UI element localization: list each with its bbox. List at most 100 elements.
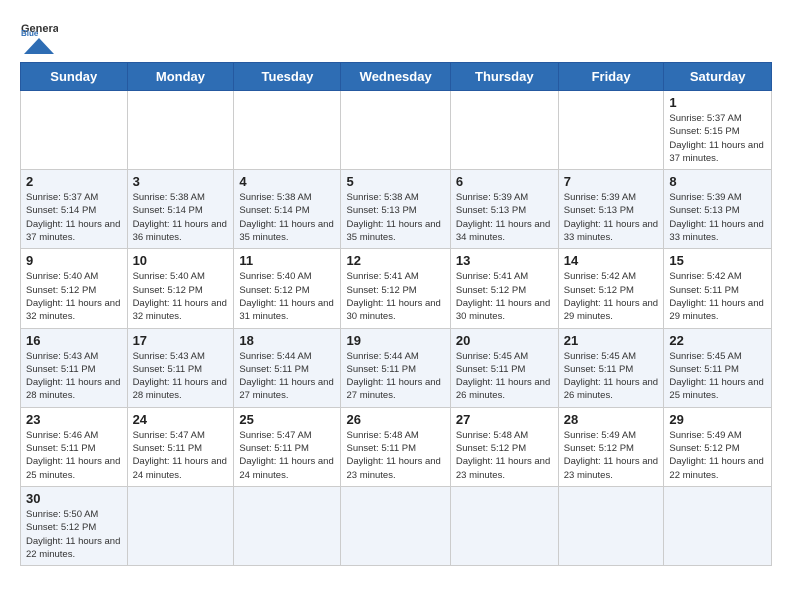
day-info: Sunrise: 5:49 AMSunset: 5:12 PMDaylight:… [564, 429, 659, 482]
day-info: Sunrise: 5:49 AMSunset: 5:12 PMDaylight:… [669, 429, 766, 482]
day-number: 4 [239, 174, 335, 189]
calendar-cell [21, 91, 128, 170]
day-info: Sunrise: 5:41 AMSunset: 5:12 PMDaylight:… [456, 270, 553, 323]
day-info: Sunrise: 5:50 AMSunset: 5:12 PMDaylight:… [26, 508, 122, 561]
calendar-cell: 21Sunrise: 5:45 AMSunset: 5:11 PMDayligh… [558, 328, 664, 407]
day-info: Sunrise: 5:43 AMSunset: 5:11 PMDaylight:… [26, 350, 122, 403]
day-number: 30 [26, 491, 122, 506]
day-info: Sunrise: 5:39 AMSunset: 5:13 PMDaylight:… [564, 191, 659, 244]
calendar-cell: 6 Sunrise: 5:39 AMSunset: 5:13 PMDaylight… [450, 170, 558, 249]
day-number: 6 [456, 174, 553, 189]
calendar-cell: 27 Sunrise: 5:48 AMSunset: 5:12 PMDayligh… [450, 407, 558, 486]
calendar-cell: 30 Sunrise: 5:50 AMSunset: 5:12 PMDayligh… [21, 486, 128, 565]
day-info: Sunrise: 5:42 AMSunset: 5:12 PMDaylight:… [564, 270, 659, 323]
day-info: Sunrise: 5:44 AMSunset: 5:11 PMDaylight:… [239, 350, 335, 403]
calendar-cell [558, 486, 664, 565]
calendar-cell [558, 91, 664, 170]
calendar-cell [234, 91, 341, 170]
week-row-2: 2 Sunrise: 5:37 AMSunset: 5:14 PMDaylight… [21, 170, 772, 249]
weekday-header-tuesday: Tuesday [234, 63, 341, 91]
day-number: 11 [239, 253, 335, 268]
day-number: 5 [346, 174, 444, 189]
day-info: Sunrise: 5:48 AMSunset: 5:12 PMDaylight:… [456, 429, 553, 482]
calendar-cell: 28Sunrise: 5:49 AMSunset: 5:12 PMDayligh… [558, 407, 664, 486]
day-info: Sunrise: 5:47 AMSunset: 5:11 PMDaylight:… [239, 429, 335, 482]
day-info: Sunrise: 5:38 AMSunset: 5:14 PMDaylight:… [239, 191, 335, 244]
day-number: 3 [133, 174, 229, 189]
weekday-header-thursday: Thursday [450, 63, 558, 91]
calendar-cell: 23Sunrise: 5:46 AMSunset: 5:11 PMDayligh… [21, 407, 128, 486]
calendar-cell: 16 Sunrise: 5:43 AMSunset: 5:11 PMDayligh… [21, 328, 128, 407]
day-number: 26 [346, 412, 444, 427]
day-number: 21 [564, 333, 659, 348]
logo-svg: General Blue [20, 16, 58, 54]
day-info: Sunrise: 5:40 AMSunset: 5:12 PMDaylight:… [26, 270, 122, 323]
calendar-cell: 29Sunrise: 5:49 AMSunset: 5:12 PMDayligh… [664, 407, 772, 486]
day-number: 1 [669, 95, 766, 110]
calendar-cell: 18 Sunrise: 5:44 AMSunset: 5:11 PMDayligh… [234, 328, 341, 407]
logo: General Blue [20, 16, 58, 54]
calendar-cell: 26 Sunrise: 5:48 AMSunset: 5:11 PMDayligh… [341, 407, 450, 486]
calendar-cell [341, 486, 450, 565]
calendar-cell: 7 Sunrise: 5:39 AMSunset: 5:13 PMDaylight… [558, 170, 664, 249]
day-info: Sunrise: 5:39 AMSunset: 5:13 PMDaylight:… [456, 191, 553, 244]
calendar-cell: 24Sunrise: 5:47 AMSunset: 5:11 PMDayligh… [127, 407, 234, 486]
day-info: Sunrise: 5:41 AMSunset: 5:12 PMDaylight:… [346, 270, 444, 323]
day-number: 15 [669, 253, 766, 268]
calendar-cell: 14 Sunrise: 5:42 AMSunset: 5:12 PMDayligh… [558, 249, 664, 328]
day-info: Sunrise: 5:46 AMSunset: 5:11 PMDaylight:… [26, 429, 122, 482]
day-number: 24 [133, 412, 229, 427]
calendar-cell [234, 486, 341, 565]
week-row-5: 23Sunrise: 5:46 AMSunset: 5:11 PMDayligh… [21, 407, 772, 486]
calendar-cell: 1 Sunrise: 5:37 AMSunset: 5:15 PMDaylight… [664, 91, 772, 170]
day-info: Sunrise: 5:40 AMSunset: 5:12 PMDaylight:… [239, 270, 335, 323]
day-number: 27 [456, 412, 553, 427]
weekday-header-row: SundayMondayTuesdayWednesdayThursdayFrid… [21, 63, 772, 91]
day-info: Sunrise: 5:48 AMSunset: 5:11 PMDaylight:… [346, 429, 444, 482]
calendar-cell: 17Sunrise: 5:43 AMSunset: 5:11 PMDayligh… [127, 328, 234, 407]
calendar-cell: 13Sunrise: 5:41 AMSunset: 5:12 PMDayligh… [450, 249, 558, 328]
day-number: 14 [564, 253, 659, 268]
calendar-cell: 9 Sunrise: 5:40 AMSunset: 5:12 PMDaylight… [21, 249, 128, 328]
calendar-cell: 20 Sunrise: 5:45 AMSunset: 5:11 PMDayligh… [450, 328, 558, 407]
day-info: Sunrise: 5:44 AMSunset: 5:11 PMDaylight:… [346, 350, 444, 403]
weekday-header-saturday: Saturday [664, 63, 772, 91]
header: General Blue [20, 16, 772, 54]
week-row-1: 1 Sunrise: 5:37 AMSunset: 5:15 PMDaylight… [21, 91, 772, 170]
day-number: 19 [346, 333, 444, 348]
day-info: Sunrise: 5:45 AMSunset: 5:11 PMDaylight:… [669, 350, 766, 403]
day-number: 18 [239, 333, 335, 348]
day-number: 8 [669, 174, 766, 189]
day-number: 7 [564, 174, 659, 189]
calendar-cell: 2 Sunrise: 5:37 AMSunset: 5:14 PMDaylight… [21, 170, 128, 249]
day-number: 25 [239, 412, 335, 427]
calendar-table: SundayMondayTuesdayWednesdayThursdayFrid… [20, 62, 772, 566]
calendar-cell [450, 486, 558, 565]
day-info: Sunrise: 5:42 AMSunset: 5:11 PMDaylight:… [669, 270, 766, 323]
day-number: 9 [26, 253, 122, 268]
calendar-cell [450, 91, 558, 170]
calendar-cell: 19 Sunrise: 5:44 AMSunset: 5:11 PMDayligh… [341, 328, 450, 407]
weekday-header-wednesday: Wednesday [341, 63, 450, 91]
week-row-4: 16 Sunrise: 5:43 AMSunset: 5:11 PMDayligh… [21, 328, 772, 407]
day-number: 20 [456, 333, 553, 348]
day-number: 22 [669, 333, 766, 348]
day-number: 16 [26, 333, 122, 348]
day-number: 12 [346, 253, 444, 268]
svg-text:Blue: Blue [21, 29, 39, 38]
day-info: Sunrise: 5:37 AMSunset: 5:14 PMDaylight:… [26, 191, 122, 244]
calendar-cell [127, 91, 234, 170]
day-info: Sunrise: 5:38 AMSunset: 5:14 PMDaylight:… [133, 191, 229, 244]
calendar-cell: 12 Sunrise: 5:41 AMSunset: 5:12 PMDayligh… [341, 249, 450, 328]
day-number: 2 [26, 174, 122, 189]
calendar-cell [664, 486, 772, 565]
week-row-3: 9 Sunrise: 5:40 AMSunset: 5:12 PMDaylight… [21, 249, 772, 328]
day-info: Sunrise: 5:43 AMSunset: 5:11 PMDaylight:… [133, 350, 229, 403]
day-number: 10 [133, 253, 229, 268]
day-info: Sunrise: 5:40 AMSunset: 5:12 PMDaylight:… [133, 270, 229, 323]
calendar-cell: 3 Sunrise: 5:38 AMSunset: 5:14 PMDaylight… [127, 170, 234, 249]
day-info: Sunrise: 5:37 AMSunset: 5:15 PMDaylight:… [669, 112, 766, 165]
day-info: Sunrise: 5:45 AMSunset: 5:11 PMDaylight:… [456, 350, 553, 403]
weekday-header-monday: Monday [127, 63, 234, 91]
calendar-cell [341, 91, 450, 170]
